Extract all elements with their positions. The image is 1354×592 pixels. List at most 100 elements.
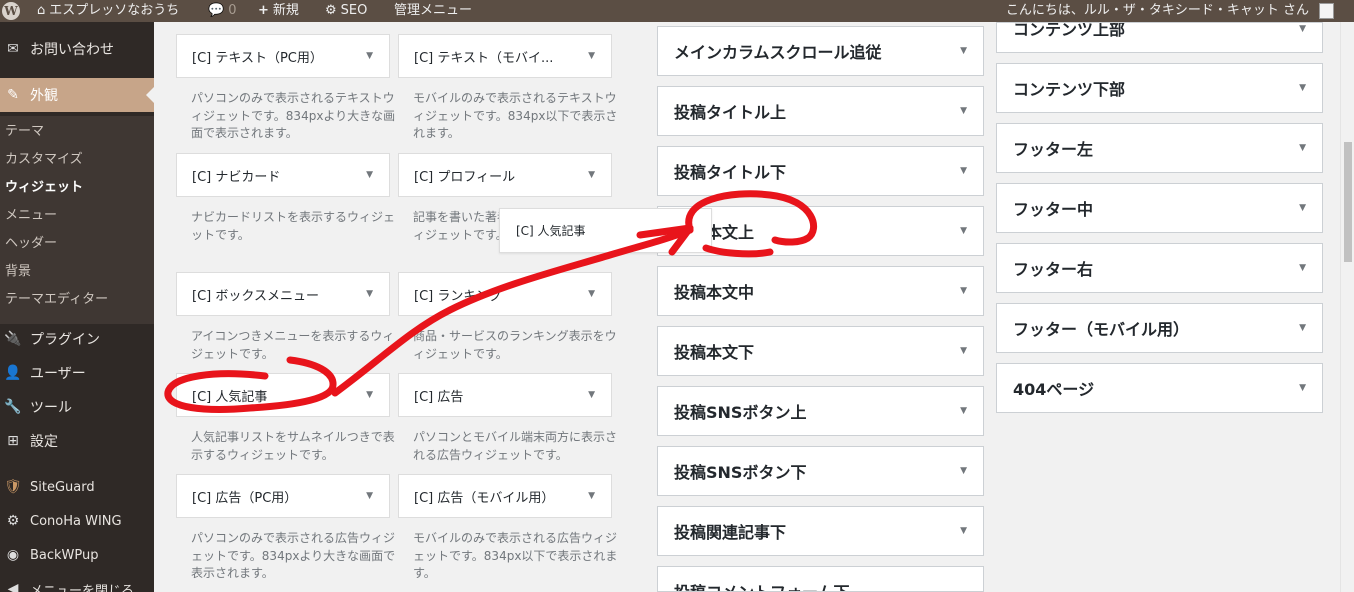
sidebar-item-appearance[interactable]: ✎ 外観	[0, 78, 154, 112]
submenu-item-theme-editor[interactable]: テーマエディター	[5, 286, 108, 314]
appearance-submenu: テーマ カスタマイズ ウィジェット メニュー ヘッダー 背景 テーマエディター	[0, 116, 154, 324]
widget-description: 人気記事リストをサムネイルつきで表示するウィジェットです。	[191, 430, 395, 462]
area-post-body-bottom[interactable]: 投稿本文下 ▼	[657, 326, 984, 376]
widget-profile[interactable]: [C] プロフィール ▼	[398, 153, 612, 197]
area-post-title-bottom[interactable]: 投稿タイトル下 ▼	[657, 146, 984, 196]
wordpress-icon: W	[2, 2, 20, 20]
sidebar-item-users[interactable]: 👤 ユーザー	[0, 356, 154, 390]
area-title-label: 投稿SNSボタン下	[674, 463, 807, 482]
submenu-item-menus[interactable]: メニュー	[5, 202, 57, 230]
backwpup-icon: ◉	[6, 547, 20, 563]
paintbrush-icon: ✎	[7, 87, 19, 103]
seo-link[interactable]: ⚙ SEO	[325, 0, 367, 22]
sidebar-item-label: 外観	[30, 88, 58, 104]
site-name-label: エスプレッソなおうち	[49, 3, 180, 18]
dragging-widget-popular-posts[interactable]: [C] 人気記事	[499, 208, 712, 253]
sidebar-item-backwpup[interactable]: ◉ BackWPup	[0, 538, 154, 572]
widget-text-pc[interactable]: [C] テキスト（PC用） ▼	[176, 34, 390, 78]
widget-title-label: [C] ナビカード	[192, 169, 281, 185]
area-content-bottom[interactable]: コンテンツ下部 ▼	[996, 63, 1323, 113]
comments-link[interactable]: 💬 0	[208, 0, 236, 22]
widget-boxmenu[interactable]: [C] ボックスメニュー ▼	[176, 272, 390, 316]
settings-icon: ⊞	[7, 433, 19, 449]
widget-title-label: [C] 広告（モバイル用）	[414, 490, 555, 506]
sidebar-item-label: ConoHa WING	[30, 513, 122, 529]
triangle-down-icon: ▼	[960, 46, 967, 56]
widget-text-mobile[interactable]: [C] テキスト（モバイ... ▼	[398, 34, 612, 78]
widget-title-label: [C] 広告	[414, 389, 464, 405]
comment-bubble-icon: 💬	[208, 3, 225, 18]
submenu-item-header[interactable]: ヘッダー	[5, 230, 57, 258]
wordpress-logo-button[interactable]: W	[2, 0, 20, 22]
area-footer-mobile[interactable]: フッター（モバイル用） ▼	[996, 303, 1323, 353]
area-main-scroll-follow[interactable]: メインカラムスクロール追従 ▼	[657, 26, 984, 76]
admin-sidebar: ✉ お問い合わせ ✎ 外観 テーマ カスタマイズ ウィジェット メニュー ヘッダ…	[0, 22, 154, 592]
sidebar-item-siteguard[interactable]: 🛡 SiteGuard	[0, 470, 154, 504]
area-post-sns-bottom[interactable]: 投稿SNSボタン下 ▼	[657, 446, 984, 496]
area-content-top[interactable]: コンテンツ上部 ▼	[996, 22, 1323, 53]
area-title-label: フッター左	[1013, 140, 1094, 159]
triangle-down-icon: ▼	[1299, 83, 1306, 93]
greeting-text: こんにちは、ルル・ザ・タキシード・キャット さん	[1005, 3, 1309, 18]
sidebar-item-contact[interactable]: ✉ お問い合わせ	[0, 32, 154, 66]
site-name-link[interactable]: ⌂ エスプレッソなおうち	[37, 0, 179, 22]
submenu-item-widgets[interactable]: ウィジェット	[5, 174, 83, 202]
widget-description: パソコンのみで表示される広告ウィジェットです。834pxより大きな画面で表示され…	[191, 531, 396, 580]
wrench-icon: 🔧	[4, 399, 22, 415]
triangle-down-icon: ▼	[588, 51, 595, 61]
triangle-down-icon: ▼	[588, 491, 595, 501]
triangle-down-icon: ▼	[960, 106, 967, 116]
area-post-comment-form-bottom[interactable]: 投稿コメントフォーム下	[657, 566, 984, 592]
sidebar-item-tools[interactable]: 🔧 ツール	[0, 390, 154, 424]
triangle-down-icon: ▼	[1299, 323, 1306, 333]
widget-navicard[interactable]: [C] ナビカード ▼	[176, 153, 390, 197]
widget-ranking[interactable]: [C] ランキング ▼	[398, 272, 612, 316]
widget-title-label: [C] 広告（PC用）	[192, 490, 298, 506]
triangle-down-icon: ▼	[366, 51, 373, 61]
triangle-down-icon: ▼	[1299, 263, 1306, 273]
triangle-down-icon: ▼	[366, 170, 373, 180]
area-post-body-middle[interactable]: 投稿本文中 ▼	[657, 266, 984, 316]
sidebar-item-label: SiteGuard	[30, 479, 95, 495]
manage-menu-link[interactable]: 管理メニュー	[394, 0, 472, 22]
triangle-down-icon: ▼	[960, 526, 967, 536]
area-footer-left[interactable]: フッター左 ▼	[996, 123, 1323, 173]
new-content-link[interactable]: + 新規	[258, 0, 299, 22]
widget-ad-pc[interactable]: [C] 広告（PC用） ▼	[176, 474, 390, 518]
widget-description: 商品・サービスのランキング表示をウィジェットです。	[413, 329, 617, 361]
area-title-label: 投稿タイトル上	[674, 103, 787, 122]
siteguard-icon: 🛡	[4, 479, 22, 495]
area-title-label: フッター（モバイル用）	[1013, 320, 1190, 339]
widget-popular-posts[interactable]: [C] 人気記事 ▼	[176, 373, 390, 417]
area-post-sns-top[interactable]: 投稿SNSボタン上 ▼	[657, 386, 984, 436]
collapse-arrow-icon: ◀	[7, 581, 19, 592]
scrollbar-thumb[interactable]	[1344, 142, 1352, 262]
area-footer-center[interactable]: フッター中 ▼	[996, 183, 1323, 233]
account-menu[interactable]: こんにちは、ルル・ザ・タキシード・キャット さん	[1006, 0, 1334, 22]
submenu-item-customize[interactable]: カスタマイズ	[5, 146, 83, 174]
area-post-title-top[interactable]: 投稿タイトル上 ▼	[657, 86, 984, 136]
sidebar-item-settings[interactable]: ⊞ 設定	[0, 424, 154, 458]
widget-ad[interactable]: [C] 広告 ▼	[398, 373, 612, 417]
seo-label: SEO	[340, 3, 368, 18]
widget-title-label: [C] テキスト（モバイ...	[414, 50, 554, 66]
area-footer-right[interactable]: フッター右 ▼	[996, 243, 1323, 293]
area-404-page[interactable]: 404ページ ▼	[996, 363, 1323, 413]
sidebar-item-plugins[interactable]: 🔌 プラグイン	[0, 322, 154, 356]
collapse-menu-button[interactable]: ◀ メニューを閉じる	[0, 572, 154, 592]
page-scrollbar[interactable]	[1340, 22, 1354, 592]
mail-icon: ✉	[7, 41, 19, 57]
submenu-item-themes[interactable]: テーマ	[5, 118, 44, 146]
sidebar-item-label: BackWPup	[30, 547, 99, 563]
submenu-item-background[interactable]: 背景	[5, 258, 31, 286]
area-post-related-bottom[interactable]: 投稿関連記事下 ▼	[657, 506, 984, 556]
sidebar-item-conoha[interactable]: ⚙ ConoHa WING	[0, 504, 154, 538]
triangle-down-icon: ▼	[960, 346, 967, 356]
widget-description: モバイルのみで表示される広告ウィジェットです。834px以下で表示されます。	[413, 531, 618, 580]
widget-description: ナビカードリストを表示するウィジェットです。	[191, 210, 396, 242]
plug-icon: 🔌	[4, 331, 22, 347]
area-title-label: 投稿本文下	[674, 343, 755, 362]
area-title-label: 404ページ	[1013, 380, 1095, 399]
area-title-label: 投稿本文中	[674, 283, 755, 302]
widget-ad-mobile[interactable]: [C] 広告（モバイル用） ▼	[398, 474, 612, 518]
